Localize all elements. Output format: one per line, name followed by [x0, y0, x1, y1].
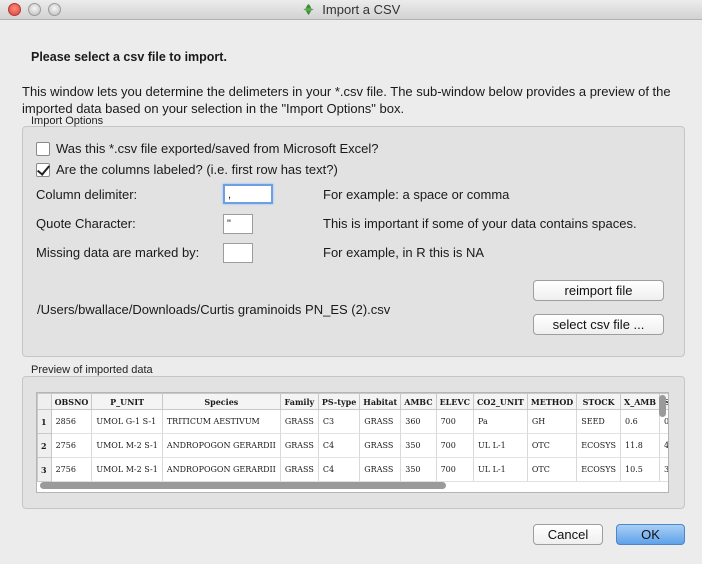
table-cell[interactable]: SEED [576, 409, 622, 434]
table-cell[interactable]: C3 [318, 409, 361, 434]
table-cell[interactable]: 2756 [51, 457, 93, 482]
title-bar[interactable]: Import a CSV [0, 0, 702, 20]
table-cell[interactable]: GRASS [359, 457, 402, 482]
table-cell[interactable]: 3.4 [659, 457, 668, 482]
missing-data-input[interactable] [223, 243, 253, 263]
labeled-checkbox-label: Are the columns labeled? (i.e. first row… [56, 162, 338, 177]
import-csv-window: Import a CSV Please select a csv file to… [0, 0, 702, 564]
quote-character-hint: This is important if some of your data c… [323, 216, 637, 231]
table-row[interactable]: 3 2756 UMOL M-2 S-1 ANDROPOGON GERARDII … [37, 457, 668, 482]
column-header[interactable]: AMBC [400, 393, 437, 410]
description-text: This window lets you determine the delim… [22, 84, 671, 116]
table-cell[interactable]: 2756 [51, 433, 93, 458]
column-header[interactable]: PS-type [317, 393, 361, 410]
file-path: /Users/bwallace/Downloads/Curtis gramino… [37, 302, 391, 317]
excel-checkbox[interactable] [36, 141, 50, 156]
table-cell[interactable]: OTC [527, 433, 578, 458]
excel-option[interactable]: Was this *.csv file exported/saved from … [36, 141, 378, 156]
table-cell[interactable]: C4 [318, 457, 361, 482]
page-heading: Please select a csv file to import. [31, 50, 227, 64]
reimport-file-button[interactable]: reimport file [533, 280, 664, 301]
column-header[interactable]: Family [279, 393, 319, 410]
table-row[interactable]: 2 2756 UMOL M-2 S-1 ANDROPOGON GERARDII … [37, 433, 668, 458]
row-number: 1 [37, 409, 52, 434]
preview-title: Preview of imported data [31, 364, 153, 376]
labeled-option[interactable]: Are the columns labeled? (i.e. first row… [36, 162, 338, 177]
missing-data-label: Missing data are marked by: [36, 245, 200, 260]
import-options-title: Import Options [31, 115, 104, 127]
table-row[interactable]: 1 2856 UMOL G-1 S-1 TRITICUM AESTIVUM GR… [37, 409, 668, 434]
table-cell[interactable]: UMOL G-1 S-1 [91, 409, 163, 434]
table-cell[interactable]: ANDROPOGON GERARDII [162, 433, 281, 458]
table-cell[interactable]: ANDROPOGON GERARDII [162, 457, 281, 482]
missing-data-hint: For example, in R this is NA [323, 245, 485, 260]
window-title: Import a CSV [322, 2, 401, 17]
table-cell[interactable]: ECOSYS [576, 457, 622, 482]
table-cell[interactable]: 700 [436, 409, 474, 434]
table-cell[interactable]: 700 [436, 433, 474, 458]
horizontal-scrollbar[interactable] [40, 482, 446, 489]
labeled-checkbox[interactable] [36, 162, 50, 177]
preview-table-container[interactable]: OBSNO P_UNIT Species Family PS-type Habi… [36, 392, 669, 493]
table-cell[interactable]: 4.1 [659, 433, 668, 458]
table-cell[interactable]: GRASS [280, 433, 319, 458]
column-header[interactable]: X_AMB [620, 393, 661, 410]
table-cell[interactable]: Pa [473, 409, 528, 434]
excel-checkbox-label: Was this *.csv file exported/saved from … [56, 141, 379, 156]
app-leaf-icon [302, 3, 315, 19]
column-header[interactable]: Habitat [359, 393, 402, 410]
column-header[interactable]: STOCK [576, 393, 622, 410]
column-header[interactable]: Species [161, 393, 281, 410]
table-cell[interactable]: GRASS [280, 457, 319, 482]
quote-character-input[interactable]: " [223, 214, 253, 234]
select-csv-file-button[interactable]: select csv file ... [533, 314, 664, 335]
table-cell[interactable]: ECOSYS [576, 433, 622, 458]
column-delimiter-label: Column delimiter: [36, 187, 138, 202]
preview-table: OBSNO P_UNIT Species Family PS-type Habi… [37, 393, 668, 482]
table-cell[interactable]: UMOL M-2 S-1 [91, 433, 163, 458]
table-cell[interactable]: 0.6 [620, 409, 661, 434]
cancel-button[interactable]: Cancel [533, 524, 603, 545]
table-cell[interactable]: 350 [400, 433, 437, 458]
table-cell[interactable]: 360 [400, 409, 437, 434]
table-cell[interactable]: UMOL M-2 S-1 [91, 457, 163, 482]
row-number: 2 [37, 433, 52, 458]
table-cell[interactable]: GH [527, 409, 578, 434]
quote-character-label: Quote Character: [36, 216, 136, 231]
column-header[interactable]: ELEVC [435, 393, 474, 410]
table-header-row: OBSNO P_UNIT Species Family PS-type Habi… [37, 393, 668, 410]
table-cell[interactable]: GRASS [359, 433, 402, 458]
row-number: 3 [37, 457, 52, 482]
column-delimiter-hint: For example: a space or comma [323, 187, 510, 202]
table-cell[interactable]: UL L-1 [473, 433, 528, 458]
table-cell[interactable]: UL L-1 [473, 457, 528, 482]
column-header[interactable]: P_UNIT [91, 393, 163, 410]
table-cell[interactable]: 2856 [51, 409, 93, 434]
table-cell[interactable]: TRITICUM AESTIVUM [162, 409, 281, 434]
table-cell[interactable]: OTC [527, 457, 578, 482]
column-delimiter-input[interactable]: , [223, 184, 273, 204]
ok-button[interactable]: OK [616, 524, 685, 545]
table-cell[interactable]: 350 [400, 457, 437, 482]
vertical-scrollbar[interactable] [659, 395, 666, 417]
column-header[interactable]: METHOD [526, 393, 578, 410]
table-cell[interactable]: GRASS [359, 409, 402, 434]
table-cell[interactable]: 10.5 [620, 457, 661, 482]
table-cell[interactable]: GRASS [280, 409, 319, 434]
column-header[interactable]: OBSNO [50, 393, 93, 410]
column-header[interactable]: CO2_UNIT [472, 393, 528, 410]
table-cell[interactable]: 11.8 [620, 433, 661, 458]
row-number-header [37, 393, 52, 410]
table-cell[interactable]: C4 [318, 433, 361, 458]
table-cell[interactable]: 700 [436, 457, 474, 482]
